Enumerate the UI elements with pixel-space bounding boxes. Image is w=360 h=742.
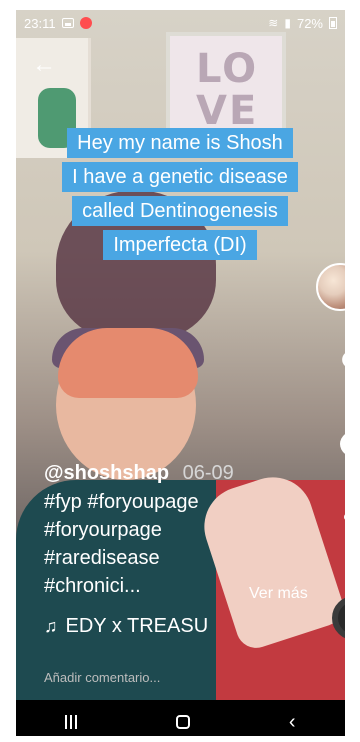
heart-icon bbox=[340, 352, 345, 382]
status-right: ≋ ▮ 72% bbox=[268, 16, 337, 31]
share-button[interactable]: 29 bbox=[333, 505, 345, 543]
recents-icon[interactable] bbox=[65, 715, 78, 729]
home-icon[interactable] bbox=[176, 715, 191, 729]
back-arrow-icon[interactable]: ← bbox=[32, 53, 56, 77]
battery-text: 72% bbox=[296, 15, 323, 31]
navigation-bar: ‹ bbox=[16, 708, 345, 736]
person-hair bbox=[58, 328, 198, 398]
recents-bar-1 bbox=[65, 715, 68, 729]
post-date: 06-09 bbox=[182, 462, 234, 484]
love-text-art: LO VE bbox=[196, 46, 259, 134]
status-time: 23:11 bbox=[24, 15, 56, 31]
wall-art-frame: LO VE bbox=[166, 32, 286, 142]
wifi-icon: ≋ bbox=[268, 16, 279, 30]
recents-bar-3 bbox=[75, 715, 78, 729]
hashtag-line-2[interactable]: #foryourpage bbox=[44, 516, 324, 544]
signal-icon: ▮ bbox=[284, 16, 291, 30]
shares-count: 29 bbox=[333, 531, 345, 543]
recents-bar-2 bbox=[70, 715, 73, 729]
nav-back-icon[interactable]: ‹ bbox=[289, 711, 296, 734]
status-left: 23:11 bbox=[24, 16, 92, 31]
see-more-link[interactable]: Ver más bbox=[249, 585, 308, 603]
music-note-icon: ♫ bbox=[44, 616, 58, 636]
comment-button[interactable]: 52 bbox=[333, 430, 345, 472]
battery-icon bbox=[329, 17, 337, 29]
comment-input[interactable]: Añadir comentario... bbox=[44, 670, 160, 685]
post-info: @shoshshap 06-09 #fyp #foryoupage #foryo… bbox=[44, 460, 324, 603]
hashtags: #fyp #foryoupage #foryourpage #raredisea… bbox=[44, 488, 324, 600]
phone-screen: LO VE 23:11 ≋ ▮ 72% ← Hey my name is Shos… bbox=[16, 10, 345, 736]
hashtag-line-1[interactable]: #fyp #foryoupage bbox=[44, 488, 324, 516]
recording-icon bbox=[79, 17, 92, 29]
like-button[interactable]: 5054 bbox=[333, 352, 346, 396]
caption-line-3: called Dentinogenesis bbox=[72, 196, 288, 226]
gallery-icon bbox=[61, 18, 74, 28]
hashtag-line-3[interactable]: #raredisease bbox=[44, 544, 324, 572]
caption-line-2: I have a genetic disease bbox=[62, 162, 298, 192]
video-caption: Hey my name is Shosh I have a genetic di… bbox=[31, 128, 329, 260]
comments-count: 52 bbox=[333, 460, 345, 472]
music-row[interactable]: ♫ EDY x TREASU bbox=[44, 615, 208, 638]
caption-line-1: Hey my name is Shosh bbox=[67, 128, 293, 158]
user-line: @shoshshap 06-09 bbox=[44, 460, 324, 486]
share-icon bbox=[340, 505, 345, 529]
username-link[interactable]: @shoshshap bbox=[44, 462, 169, 484]
likes-count: 5054 bbox=[333, 384, 346, 396]
status-bar: 23:11 ≋ ▮ 72% bbox=[16, 10, 345, 36]
music-title: EDY x TREASU bbox=[65, 615, 209, 637]
caption-line-4: Imperfecta (DI) bbox=[103, 230, 257, 260]
comment-icon bbox=[340, 430, 345, 458]
